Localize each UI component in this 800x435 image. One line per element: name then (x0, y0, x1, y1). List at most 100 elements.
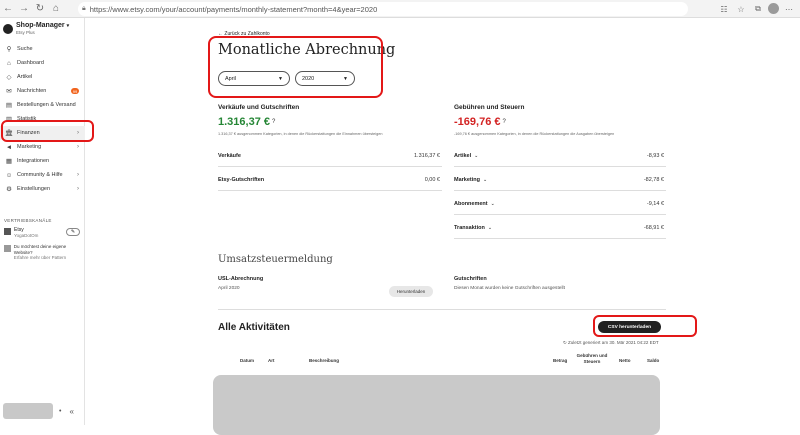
fees-row-transaktion[interactable]: Transaktion ⌄ -68,91 € (454, 217, 666, 239)
activities-title: Alle Aktivitäten (218, 322, 290, 333)
sales-row-gutschriften: Etsy-Gutschriften 0,00 € (218, 169, 442, 191)
help-icon[interactable]: ? (272, 119, 275, 125)
sales-note: 1.316,37 € ausgenommen Kategorien, in de… (218, 132, 383, 136)
chevron-down-icon: ⌄ (482, 176, 488, 183)
fees-row-artikel[interactable]: Artikel ⌄ -8,93 € (454, 145, 666, 167)
sidebar-item-integrationen[interactable]: ▦ Integrationen (0, 154, 85, 168)
col-gebuehren: Gebühren und Steuern (576, 353, 608, 364)
col-art: Art (268, 358, 275, 363)
megaphone-icon: ◄ (5, 143, 13, 151)
profile-avatar[interactable] (768, 3, 779, 14)
channels-label: VERTRIEBSKANÄLE (4, 218, 52, 223)
collections-icon[interactable]: ⧉ (751, 1, 765, 17)
tag-icon: ◇ (6, 74, 12, 81)
highlight-title (208, 36, 383, 98)
edit-pencil-icon[interactable]: ✎ (66, 228, 80, 236)
gear-icon: ⚙ (6, 186, 12, 193)
home-icon: ⌂ (7, 59, 11, 67)
favorite-star-icon[interactable]: ☆ (734, 1, 748, 17)
search-icon: ⚲ (6, 46, 12, 53)
sidebar-item-label: Marketing (17, 144, 42, 150)
fees-row-abonnement[interactable]: Abonnement ⌄ -9,14 € (454, 193, 666, 215)
promo-text: Du möchtest deine eigene Website? (13, 244, 67, 255)
sidebar-item-suche[interactable]: ⚲ Suche (0, 42, 85, 56)
fees-total: -169,76 €? (454, 116, 506, 128)
sidebar-item-nachrichten[interactable]: ✉ Nachrichten 99 (0, 84, 85, 98)
sidebar-item-bestellungen[interactable]: ▤ Bestellungen & Versand (0, 98, 85, 112)
highlight-finanzen (1, 120, 94, 142)
grid-icon: ▦ (5, 158, 13, 165)
row-label: Artikel (454, 152, 472, 159)
sales-channel-etsy[interactable]: Etsy YogaDotOm ✎ (4, 227, 82, 238)
reload-icon[interactable]: ↻ (32, 0, 48, 18)
etsy-icon (4, 228, 11, 235)
sidebar-item-dashboard[interactable]: ⌂ Dashboard (0, 56, 85, 70)
shop-logo (3, 23, 13, 34)
generated-note: ↻ Zuletzt generiert am 30. Mär 2021 04:2… (563, 340, 659, 345)
shop-plan: Etsy Plus (16, 30, 35, 35)
people-icon: ☺ (5, 171, 13, 179)
credits-text: Diesen Monat wurden keine Gutschriften a… (454, 286, 565, 291)
collapse-sidebar-icon[interactable]: « (69, 407, 73, 416)
row-label: Verkäufe (218, 152, 241, 159)
row-label: Marketing (454, 176, 480, 183)
more-menu-icon[interactable]: ⋯ (782, 1, 796, 17)
sidebar-item-label: Integrationen (17, 158, 50, 164)
sidebar-item-community[interactable]: ☺ Community & Hilfe › (0, 168, 85, 182)
chevron-down-icon: ⌄ (487, 224, 493, 231)
address-bar[interactable]: 🔒︎ https://www.etsy.com/your/account/pay… (78, 2, 688, 16)
chevron-right-icon: › (77, 172, 79, 178)
row-value: 1.316,37 € (414, 152, 440, 159)
col-netto: Netto (619, 358, 631, 363)
sidebar-nav: ⚲ Suche ⌂ Dashboard ◇ Artikel ✉ Nachrich… (0, 42, 85, 196)
divider (218, 309, 666, 310)
unread-badge: 99 (71, 88, 79, 94)
reader-icon[interactable]: ☷ (717, 1, 731, 17)
highlight-csv (593, 315, 697, 337)
fees-row-marketing[interactable]: Marketing ⌄ -82,78 € (454, 169, 666, 191)
activities-table-blurred (213, 375, 660, 435)
row-label: Abonnement (454, 200, 488, 207)
home-icon[interactable]: ⌂ (48, 0, 64, 18)
sidebar-footer: • « (3, 403, 83, 419)
receipt-icon: ▤ (5, 102, 13, 109)
account-blurred[interactable] (3, 403, 53, 419)
fees-heading: Gebühren und Steuern (454, 104, 525, 111)
back-arrow-icon[interactable]: ← (0, 0, 16, 18)
mail-icon: ✉ (6, 88, 12, 95)
usl-period: April 2020 (218, 286, 240, 291)
chevron-down-icon: ⌄ (490, 200, 495, 207)
help-icon[interactable]: ? (502, 119, 505, 125)
row-value: 0,00 € (424, 176, 440, 183)
shop-header[interactable]: Shop-Manager ▾ Etsy Plus (3, 22, 69, 35)
sidebar-item-label: Artikel (17, 74, 33, 80)
pattern-promo[interactable]: Du möchtest deine eigene Website? Erfahr… (4, 244, 84, 260)
channel-shop: YogaDotOm (14, 233, 39, 238)
sidebar-item-label: Bestellungen & Versand (17, 102, 76, 108)
col-betrag: Betrag (553, 358, 568, 363)
usl-label: USL-Abrechnung (218, 276, 264, 282)
caret-down-icon: ▾ (66, 23, 70, 29)
sidebar-item-einstellungen[interactable]: ⚙ Einstellungen › (0, 182, 85, 196)
row-value: -68,91 € (643, 224, 664, 231)
sidebar-item-artikel[interactable]: ◇ Artikel (0, 70, 85, 84)
shop-title: Shop-Manager (16, 22, 65, 29)
usl-download-button[interactable]: Herunterladen (389, 286, 433, 297)
refresh-icon[interactable]: ↻ (563, 340, 567, 345)
sidebar-item-label: Community & Hilfe (17, 172, 63, 178)
fees-note: -169,76 € ausgenommen Kategorien, in den… (454, 132, 615, 136)
sidebar: Shop-Manager ▾ Etsy Plus ⚲ Suche ⌂ Dashb… (0, 18, 94, 425)
row-label: Transaktion (454, 224, 485, 231)
sales-total: 1.316,37 €? (218, 116, 276, 128)
forward-arrow-icon[interactable]: → (16, 0, 32, 18)
chevron-right-icon: › (77, 186, 79, 192)
row-label: Etsy-Gutschriften (218, 176, 265, 183)
more-dots-icon[interactable]: • (59, 408, 61, 415)
main-content: ← Zurück zu Zahlkonto Monatliche Abrechn… (85, 18, 800, 435)
promo-link[interactable]: Erfahre mehr über Pattern (14, 255, 84, 260)
sidebar-item-marketing[interactable]: ◄ Marketing › (0, 140, 85, 154)
browser-toolbar: ← → ↻ ⌂ 🔒︎ https://www.etsy.com/your/acc… (0, 0, 800, 18)
sidebar-item-label: Suche (17, 46, 33, 52)
sidebar-item-label: Nachrichten (17, 88, 47, 94)
pattern-icon (4, 245, 11, 252)
